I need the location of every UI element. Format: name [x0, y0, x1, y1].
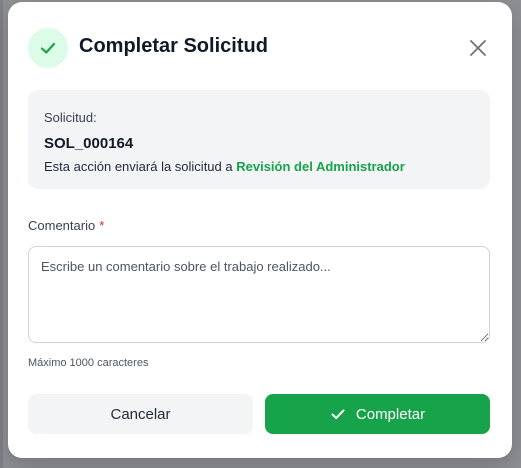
close-button[interactable] — [466, 36, 490, 60]
character-limit-hint: Máximo 1000 caracteres — [28, 357, 149, 369]
close-icon — [470, 40, 486, 56]
complete-request-dialog: Completar Solicitud Solicitud: SOL_00016… — [8, 2, 512, 458]
action-description-text: Esta acción enviará la solicitud a — [44, 159, 233, 174]
comment-textarea[interactable] — [28, 246, 490, 343]
request-label: Solicitud: — [44, 110, 97, 125]
required-marker: * — [99, 218, 105, 233]
cancel-button-label: Cancelar — [110, 405, 171, 423]
dialog-title: Completar Solicitud — [79, 35, 268, 57]
action-target: Revisión del Administrador — [236, 159, 405, 174]
complete-button-label: Completar — [355, 405, 426, 423]
comment-label: Comentario * — [28, 218, 104, 233]
request-info-panel: Solicitud: SOL_000164 Esta acción enviar… — [28, 90, 490, 189]
check-icon — [40, 42, 56, 54]
success-badge — [28, 28, 68, 68]
page-backdrop — [0, 0, 3, 468]
action-description: Esta acción enviará la solicitud a Revis… — [44, 159, 405, 174]
cancel-button[interactable]: Cancelar — [28, 394, 253, 434]
check-icon — [330, 406, 346, 422]
comment-label-text: Comentario — [28, 218, 96, 233]
request-id: SOL_000164 — [44, 135, 134, 152]
complete-button[interactable]: Completar — [265, 394, 490, 434]
